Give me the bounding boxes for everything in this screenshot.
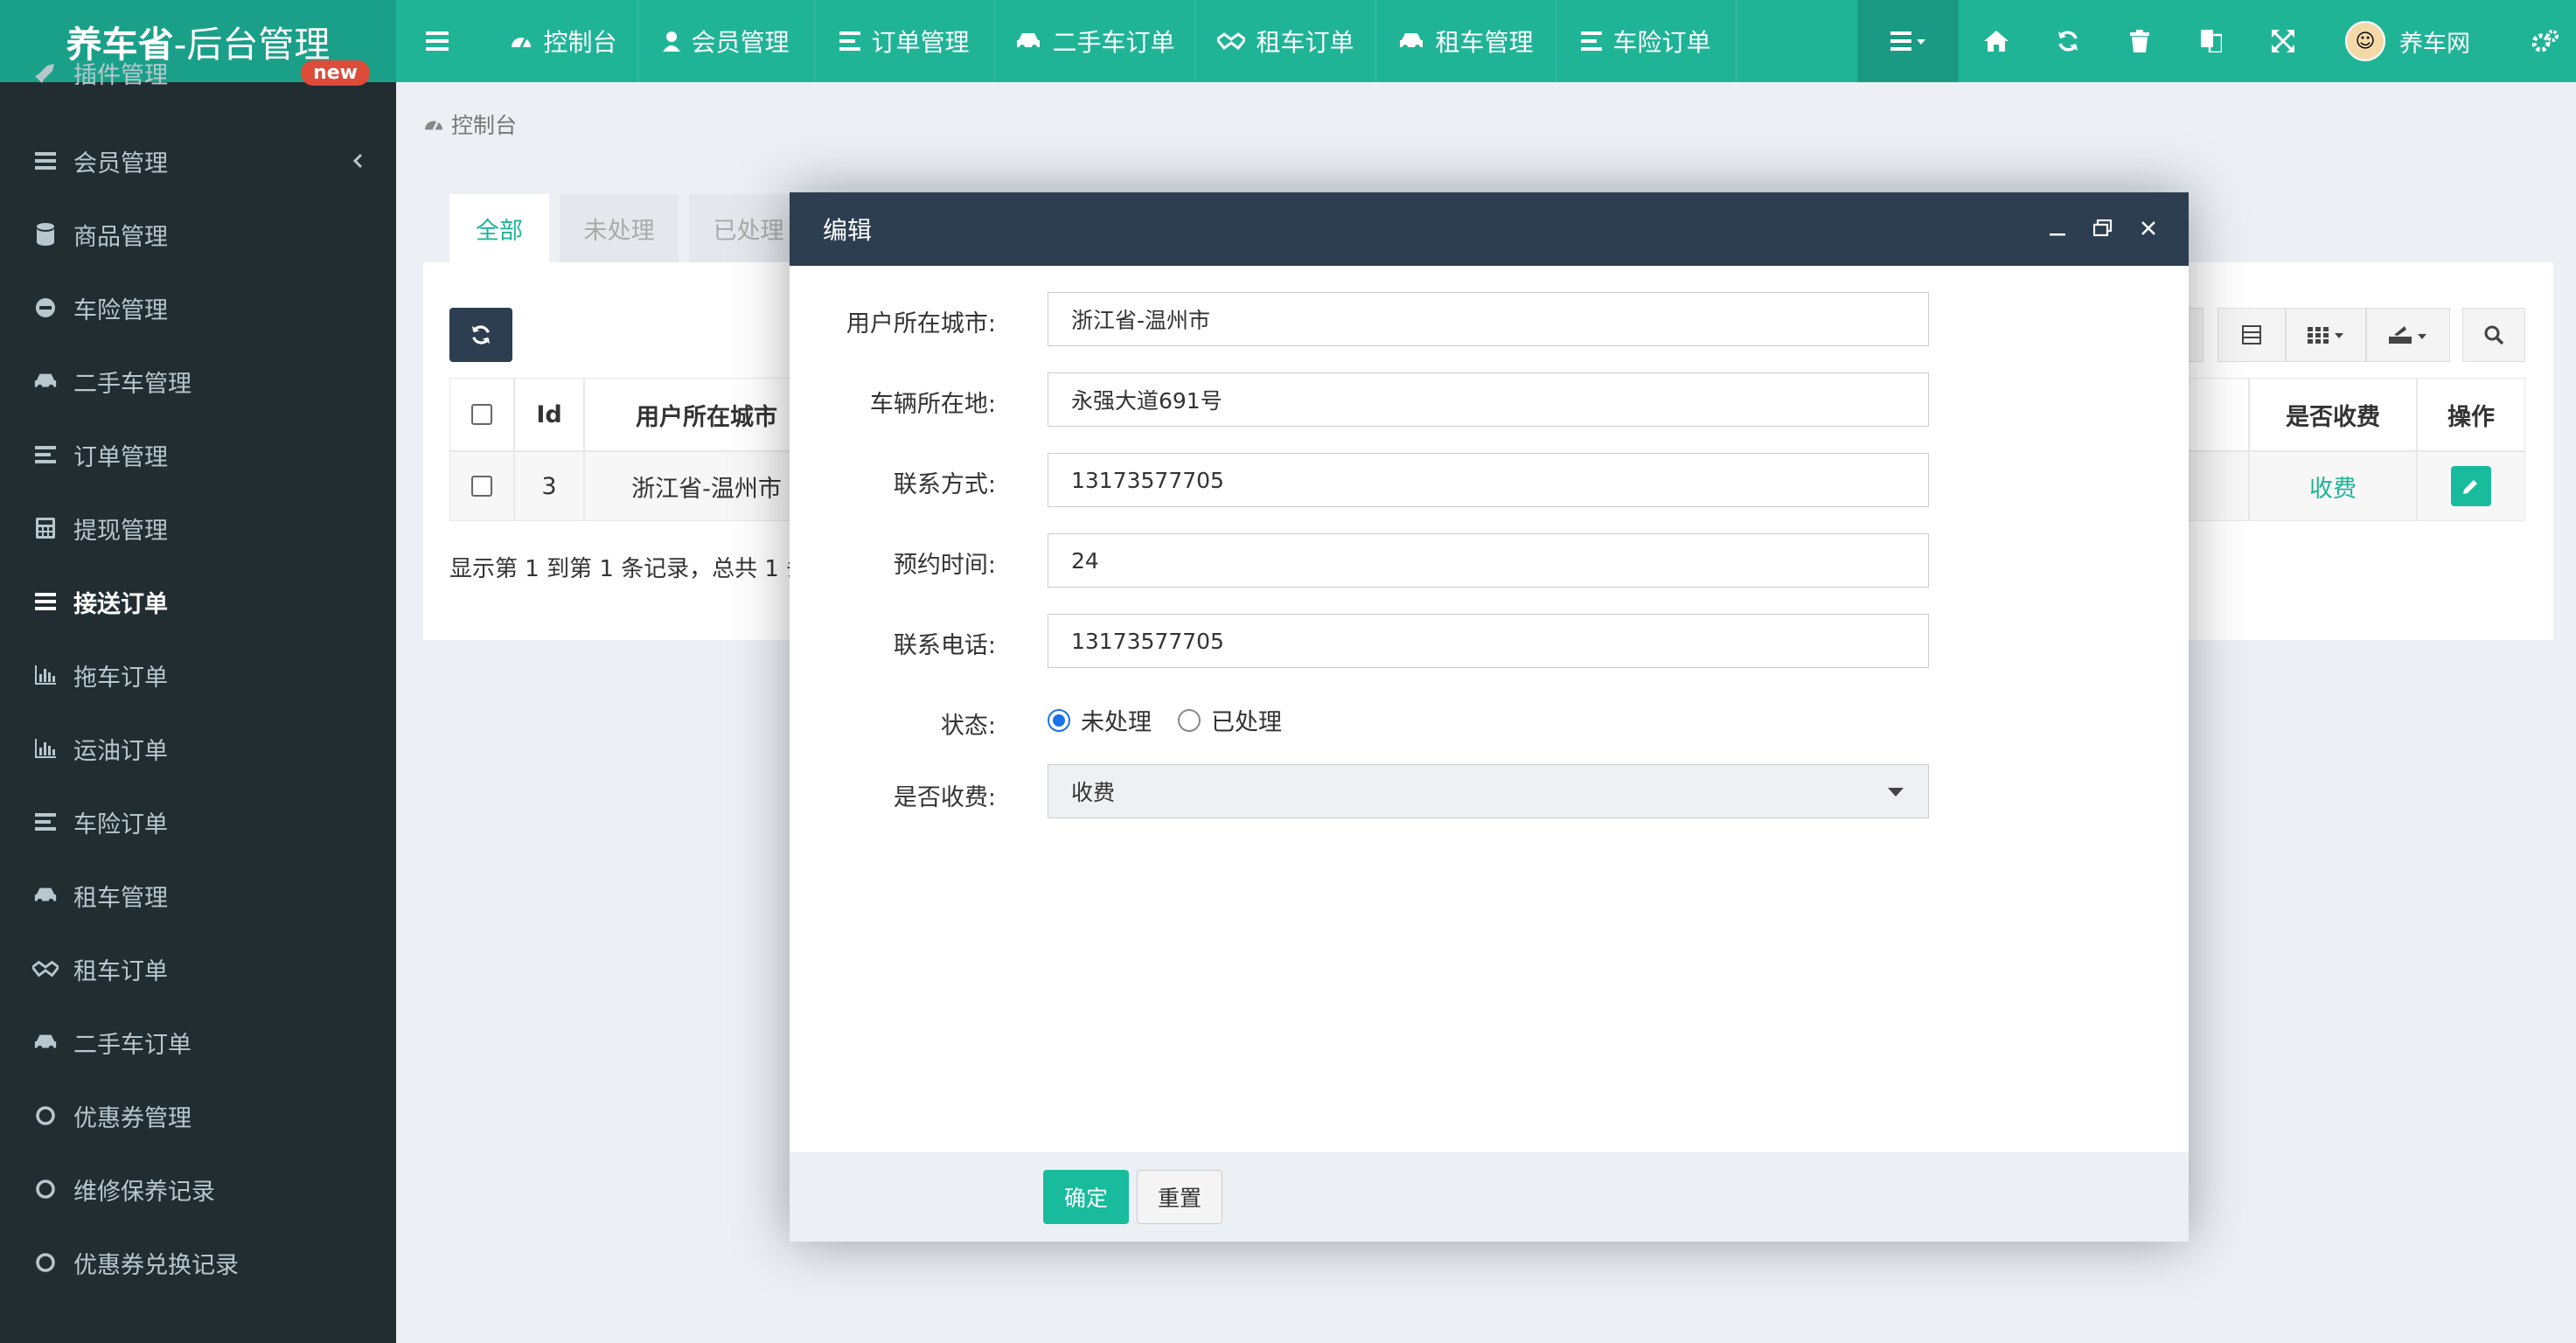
- status-radio-group: 未处理 已处理: [1048, 703, 1282, 737]
- field-label-location: 车辆所在地:: [869, 391, 996, 418]
- confirm-button[interactable]: 确定: [1043, 1170, 1129, 1224]
- field-label-phone: 联系电话:: [893, 632, 996, 659]
- phone-field[interactable]: 13173577705: [1048, 614, 1929, 668]
- minimize-icon[interactable]: [2036, 206, 2079, 250]
- city-field[interactable]: 浙江省-温州市: [1048, 292, 1929, 346]
- fee-select-value: 收费: [1071, 780, 1116, 805]
- appointment-time-field[interactable]: 24: [1048, 533, 1929, 588]
- close-icon[interactable]: [2127, 206, 2170, 250]
- reset-button[interactable]: 重置: [1137, 1170, 1222, 1224]
- contact-field[interactable]: 13173577705: [1048, 453, 1929, 507]
- fee-select[interactable]: 收费: [1048, 764, 1929, 818]
- edit-modal: [790, 192, 2189, 1242]
- field-label-status: 状态:: [940, 713, 996, 740]
- field-label-city: 用户所在城市:: [846, 310, 996, 337]
- status-radio-unprocessed[interactable]: [1048, 708, 1070, 732]
- field-label-time: 预约时间:: [893, 552, 996, 579]
- status-option-label[interactable]: 未处理: [1081, 703, 1152, 737]
- vehicle-location-field[interactable]: 永强大道691号: [1048, 372, 1929, 427]
- field-label-fee: 是否收费:: [893, 784, 996, 811]
- modal-footer: [790, 1152, 2189, 1242]
- field-label-contact: 联系方式:: [893, 471, 996, 498]
- chevron-down-icon: [1888, 788, 1904, 797]
- status-option-label[interactable]: 已处理: [1211, 703, 1282, 737]
- maximize-icon[interactable]: [2081, 206, 2125, 250]
- status-radio-processed[interactable]: [1178, 708, 1201, 732]
- modal-title: 编辑: [823, 216, 873, 245]
- modal-header[interactable]: 编辑: [790, 192, 2189, 266]
